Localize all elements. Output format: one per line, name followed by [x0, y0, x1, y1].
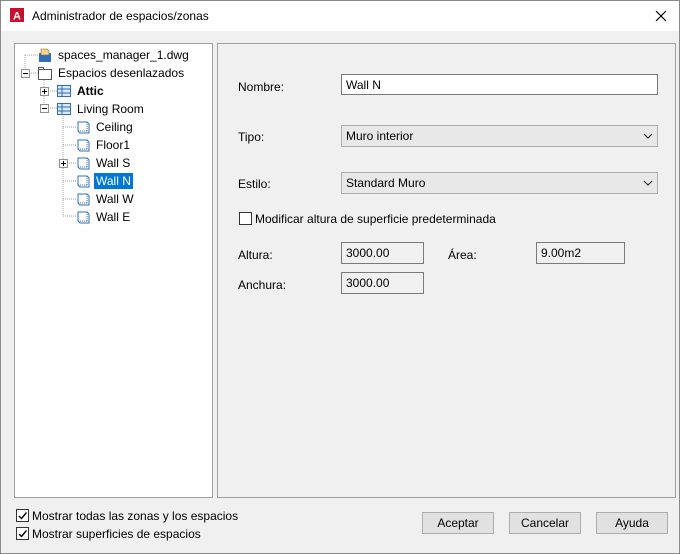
surface-icon	[77, 211, 90, 224]
chevron-down-icon	[643, 133, 653, 139]
window-title: Administrador de espacios/zonas	[32, 9, 209, 23]
modify-height-label: Modificar altura de superficie predeterm…	[255, 212, 496, 226]
surface-icon	[77, 121, 90, 134]
surface-icon	[77, 157, 90, 170]
drawing-file-icon	[39, 48, 51, 62]
title-bar: A Administrador de espacios/zonas	[1, 1, 679, 31]
cancel-button[interactable]: Cancelar	[509, 512, 581, 534]
accept-button[interactable]: Aceptar	[422, 512, 494, 534]
anchura-value: 3000.00	[341, 272, 424, 294]
tipo-selected-value: Muro interior	[346, 129, 414, 143]
space-zone-manager-dialog: A Administrador de espacios/zonas spaces…	[0, 0, 680, 554]
surface-icon	[77, 175, 90, 188]
anchura-label: Anchura:	[238, 278, 287, 292]
expand-icon[interactable]	[59, 159, 68, 168]
estilo-label: Estilo:	[238, 177, 271, 191]
expand-icon[interactable]	[40, 87, 49, 96]
modify-height-checkbox[interactable]	[239, 212, 252, 225]
area-value: 9.00m2	[536, 242, 625, 264]
chevron-down-icon	[643, 180, 653, 186]
checkmark-icon	[18, 512, 28, 520]
space-icon	[57, 103, 71, 115]
svg-text:A: A	[13, 11, 21, 23]
collapse-icon[interactable]	[21, 69, 30, 78]
autocad-logo-icon: A	[10, 8, 24, 23]
space-icon	[57, 85, 71, 97]
surface-icon	[77, 139, 90, 152]
tipo-dropdown[interactable]: Muro interior	[341, 125, 658, 147]
show-surfaces-checkbox[interactable]	[16, 527, 29, 540]
properties-pane: Nombre: Wall N Tipo: Muro interior Estil…	[217, 43, 676, 498]
close-icon[interactable]	[649, 5, 673, 27]
selected-node-label: Wall N	[94, 173, 133, 189]
show-all-checkbox[interactable]	[16, 509, 29, 522]
checkmark-icon	[18, 530, 28, 538]
tipo-label: Tipo:	[238, 130, 265, 144]
folder-icon	[38, 67, 52, 80]
space-tree[interactable]: spaces_manager_1.dwg Espacios desenlazad…	[14, 43, 213, 498]
nombre-input[interactable]: Wall N	[341, 74, 658, 95]
surface-icon	[77, 193, 90, 206]
altura-label: Altura:	[238, 248, 273, 262]
altura-value: 3000.00	[341, 242, 424, 264]
estilo-selected-value: Standard Muro	[346, 176, 426, 190]
estilo-dropdown[interactable]: Standard Muro	[341, 172, 658, 194]
show-surfaces-label: Mostrar superficies de espacios	[32, 527, 201, 541]
area-label: Área:	[448, 248, 477, 262]
nombre-label: Nombre:	[238, 80, 285, 94]
help-button[interactable]: Ayuda	[596, 512, 668, 534]
show-all-label: Mostrar todas las zonas y los espacios	[32, 509, 239, 523]
collapse-icon[interactable]	[40, 104, 49, 113]
